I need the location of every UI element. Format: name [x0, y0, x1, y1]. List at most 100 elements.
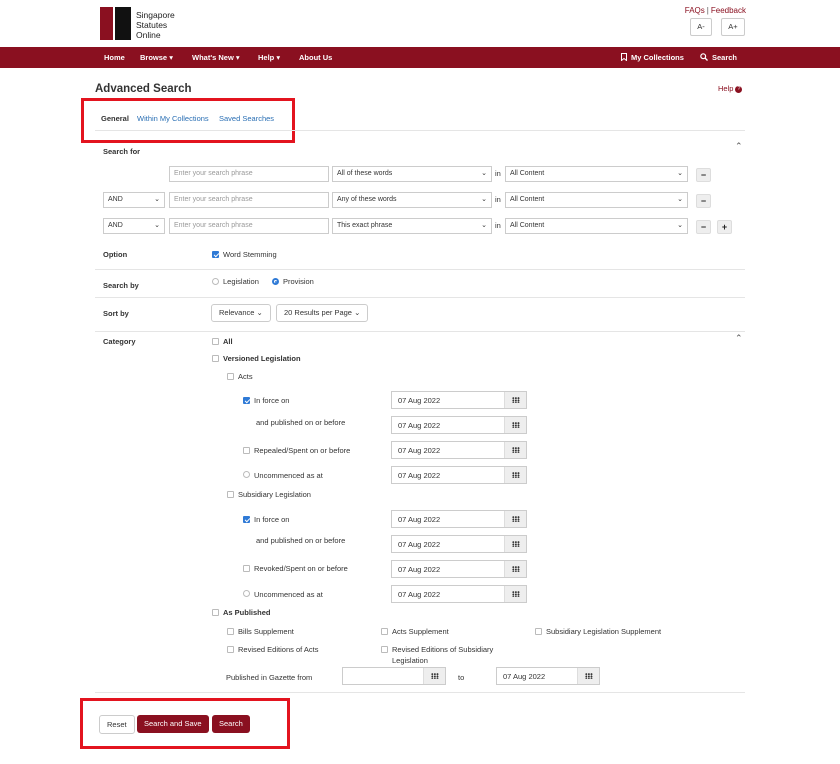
chevron-down-icon: ⌄ — [354, 308, 361, 317]
provision-radio-label: Provision — [283, 277, 314, 286]
chevron-up-icon[interactable]: ⌃ — [735, 141, 743, 152]
calendar-button[interactable] — [504, 417, 526, 433]
sl-supplement-checkbox[interactable] — [535, 628, 542, 635]
match-mode-select[interactable]: This exact phrase ⌄ — [332, 218, 492, 234]
nav-about[interactable]: About Us — [299, 53, 332, 62]
acts-uncommenced-date[interactable]: 07 Aug 2022 — [391, 466, 527, 484]
revised-acts-checkbox[interactable] — [227, 646, 234, 653]
sub-uncommenced-date[interactable]: 07 Aug 2022 — [391, 585, 527, 603]
results-per-page-dropdown[interactable]: 20 Results per Page ⌄ — [276, 304, 369, 322]
sub-uncommenced-radio[interactable] — [243, 590, 250, 597]
calendar-button[interactable] — [504, 392, 526, 408]
search-phrase-input[interactable]: Enter your search phrase — [169, 192, 329, 208]
search-and-save-button[interactable]: Search and Save — [137, 715, 209, 733]
word-stemming-checkbox[interactable] — [212, 251, 219, 258]
acts-repealed-checkbox[interactable] — [243, 447, 250, 454]
nav-whats-new[interactable]: What's New ▾ — [192, 53, 240, 62]
calendar-button[interactable] — [504, 586, 526, 602]
acts-in-force-date[interactable]: 07 Aug 2022 — [391, 391, 527, 409]
acts-repealed-date[interactable]: 07 Aug 2022 — [391, 441, 527, 459]
nav-search[interactable]: Search — [700, 53, 737, 62]
date-value: 07 Aug 2022 — [398, 565, 441, 574]
versioned-legislation-checkbox[interactable] — [212, 355, 219, 362]
acts-supplement-checkbox[interactable] — [381, 628, 388, 635]
calendar-button[interactable] — [577, 668, 599, 684]
nav-help-label: Help — [258, 53, 275, 62]
divider — [95, 692, 745, 693]
chevron-down-icon: ⌄ — [677, 196, 683, 203]
match-mode-value: Any of these words — [337, 196, 397, 203]
font-decrease-button[interactable]: A- — [690, 18, 712, 36]
category-all-label: All — [223, 337, 233, 346]
bills-supplement-checkbox[interactable] — [227, 628, 234, 635]
add-row-button[interactable]: + — [717, 220, 732, 234]
match-mode-select[interactable]: Any of these words ⌄ — [332, 192, 492, 208]
chevron-up-icon[interactable]: ⌃ — [735, 333, 743, 344]
nav-my-collections[interactable]: My Collections — [621, 53, 684, 62]
operator-select[interactable]: AND ⌄ — [103, 192, 165, 208]
nav-browse-label: Browse — [140, 53, 168, 62]
font-increase-button[interactable]: A+ — [721, 18, 745, 36]
calendar-icon — [431, 673, 439, 679]
calendar-icon — [512, 516, 520, 522]
provision-radio[interactable] — [272, 278, 279, 285]
sso-logo[interactable] — [100, 7, 131, 40]
acts-uncommenced-radio[interactable] — [243, 471, 250, 478]
reset-button[interactable]: Reset — [99, 715, 135, 734]
subsidiary-legislation-checkbox[interactable] — [227, 491, 234, 498]
calendar-button[interactable] — [504, 561, 526, 577]
acts-published-date[interactable]: 07 Aug 2022 — [391, 416, 527, 434]
legislation-radio[interactable] — [212, 278, 219, 285]
remove-row-button[interactable]: − — [696, 168, 711, 182]
scope-select[interactable]: All Content ⌄ — [505, 166, 688, 182]
search-phrase-input[interactable]: Enter your search phrase — [169, 218, 329, 234]
sub-in-force-date[interactable]: 07 Aug 2022 — [391, 510, 527, 528]
remove-row-button[interactable]: − — [696, 220, 711, 234]
gazette-to-date[interactable]: 07 Aug 2022 — [496, 667, 600, 685]
sort-order-dropdown[interactable]: Relevance ⌄ — [211, 304, 271, 322]
nav-help[interactable]: Help ▾ — [258, 53, 280, 62]
sub-revoked-checkbox[interactable] — [243, 565, 250, 572]
nav-whats-new-label: What's New — [192, 53, 234, 62]
acts-checkbox[interactable] — [227, 373, 234, 380]
acts-in-force-checkbox[interactable] — [243, 397, 250, 404]
calendar-button[interactable] — [504, 442, 526, 458]
search-button[interactable]: Search — [212, 715, 250, 733]
calendar-button[interactable] — [504, 467, 526, 483]
help-icon: ? — [735, 85, 743, 93]
nav-browse[interactable]: Browse ▾ — [140, 53, 173, 62]
sub-revoked-date[interactable]: 07 Aug 2022 — [391, 560, 527, 578]
chevron-down-icon: ▾ — [235, 53, 240, 62]
scope-select[interactable]: All Content ⌄ — [505, 218, 688, 234]
match-mode-select[interactable]: All of these words ⌄ — [332, 166, 492, 182]
revised-sl-checkbox[interactable] — [381, 646, 388, 653]
feedback-link[interactable]: Feedback — [711, 6, 746, 15]
search-phrase-input[interactable]: Enter your search phrase — [169, 166, 329, 182]
chevron-down-icon: ⌄ — [481, 196, 487, 203]
scope-select[interactable]: All Content ⌄ — [505, 192, 688, 208]
sub-published-date[interactable]: 07 Aug 2022 — [391, 535, 527, 553]
operator-select[interactable]: AND ⌄ — [103, 218, 165, 234]
faqs-link[interactable]: FAQs — [685, 6, 705, 15]
as-published-checkbox[interactable] — [212, 609, 219, 616]
tab-general[interactable]: General — [101, 114, 129, 123]
calendar-icon — [512, 447, 520, 453]
calendar-button[interactable] — [423, 668, 445, 684]
remove-row-button[interactable]: − — [696, 194, 711, 208]
top-links: FAQs | Feedback — [685, 6, 746, 15]
calendar-button[interactable] — [504, 511, 526, 527]
category-all-checkbox[interactable] — [212, 338, 219, 345]
calendar-icon — [512, 397, 520, 403]
help-link[interactable]: Help? — [718, 84, 743, 93]
tab-saved-searches[interactable]: Saved Searches — [219, 114, 274, 123]
calendar-button[interactable] — [504, 536, 526, 552]
tab-within-my-collections[interactable]: Within My Collections — [137, 114, 209, 123]
sub-in-force-checkbox[interactable] — [243, 516, 250, 523]
nav-search-label: Search — [712, 53, 738, 62]
logo-red-bar — [100, 7, 113, 40]
nav-home[interactable]: Home — [104, 53, 125, 62]
logo-text[interactable]: Singapore Statutes Online — [136, 10, 175, 40]
scope-value: All Content — [510, 222, 545, 229]
gazette-from-date[interactable] — [342, 667, 446, 685]
sub-in-force-label: In force on — [254, 515, 290, 524]
